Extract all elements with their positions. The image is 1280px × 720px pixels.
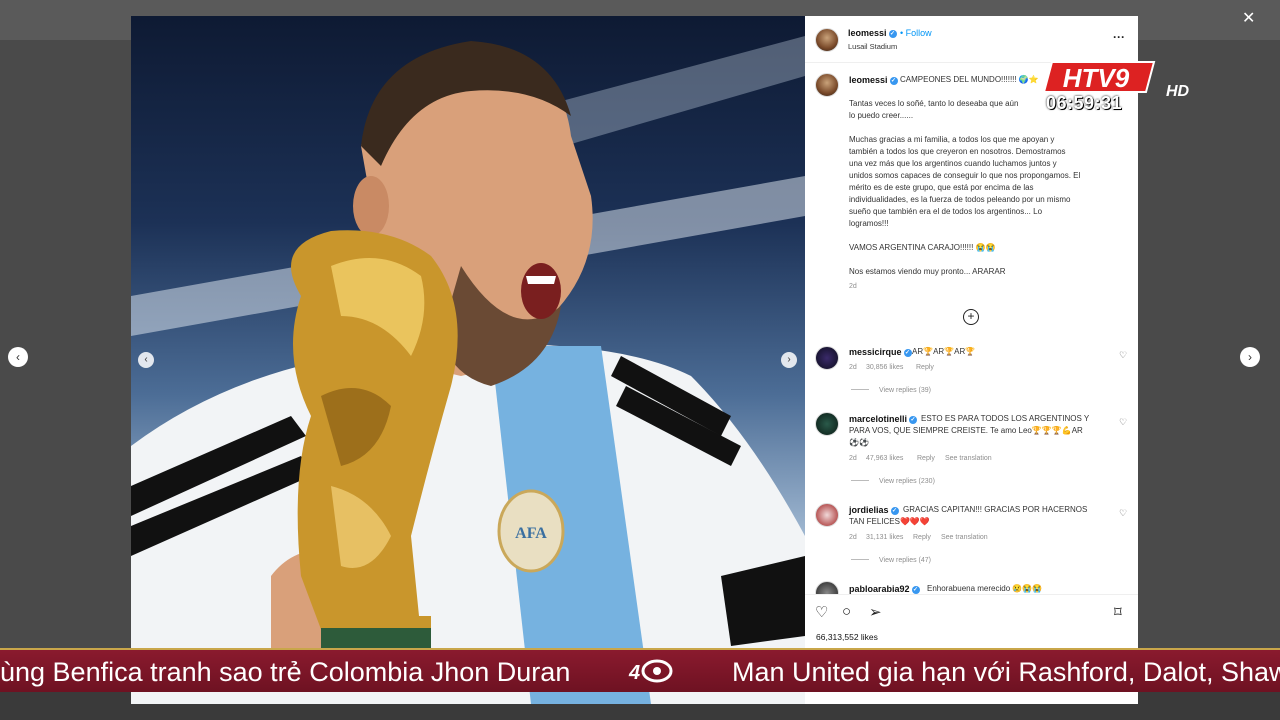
messi-trophy-illustration: AFA xyxy=(131,36,805,704)
caption-username[interactable]: leomessi ✓ xyxy=(849,75,898,85)
comment-username[interactable]: messicirque ✓ xyxy=(849,347,912,357)
location-label[interactable]: Lusail Stadium xyxy=(848,42,897,51)
comment-text: ESTO ES PARA TODOS LOS ARGENTINOS Y xyxy=(921,414,1090,423)
comment-likes[interactable]: 30,856 likes xyxy=(866,364,903,371)
caption-line: una vez más que los argentinos cuando lu… xyxy=(849,159,1057,168)
comment-time: 2d xyxy=(849,364,857,371)
more-options-icon[interactable]: ··· xyxy=(1113,30,1125,44)
svg-text:4: 4 xyxy=(628,662,640,684)
verified-icon: ✓ xyxy=(889,77,898,85)
verified-icon: ✓ xyxy=(903,349,912,357)
ticker-separator-logo: 4 xyxy=(625,658,681,684)
post-likes-count[interactable]: 66,313,552 likes xyxy=(816,632,878,642)
comment-time: 2d xyxy=(849,455,857,462)
comment-text: TAN FELICES❤️❤️❤️ xyxy=(849,517,930,526)
view-replies-button[interactable]: View replies (230) xyxy=(851,478,935,485)
close-icon[interactable]: ✕ xyxy=(1242,8,1255,28)
next-post-icon[interactable]: › xyxy=(1240,347,1260,367)
comment-likes[interactable]: 31,131 likes xyxy=(866,534,903,541)
commenter-avatar[interactable] xyxy=(815,346,839,370)
see-translation-button[interactable]: See translation xyxy=(945,455,992,462)
news-ticker: ùng Benfica tranh sao trẻ Colombia Jhon … xyxy=(0,648,1280,692)
reply-button[interactable]: Reply xyxy=(913,534,931,541)
like-comment-icon[interactable]: ♡ xyxy=(1119,350,1127,361)
save-bookmark-icon[interactable]: ⌑ xyxy=(1114,603,1122,621)
caption-line: lo puedo creer...... xyxy=(849,111,914,120)
previous-post-icon[interactable]: ‹ xyxy=(8,347,28,367)
post-image: AFA xyxy=(131,16,805,704)
caption-line: sueño que también era el de todos los ar… xyxy=(849,207,1043,216)
caption-time: 2d xyxy=(849,283,857,290)
svg-text:AFA: AFA xyxy=(515,525,547,542)
follow-button[interactable]: • Follow xyxy=(900,28,932,38)
comment-text: GRACIAS CAPITAN!!! GRACIAS POR HACERNOS xyxy=(903,505,1088,514)
view-replies-button[interactable]: View replies (39) xyxy=(851,387,931,394)
caption-line: también a todos los que creyeron en noso… xyxy=(849,147,1066,156)
author-avatar[interactable] xyxy=(815,28,839,52)
caption-title: CAMPEONES DEL MUNDO!!!!!!! 🌍⭐ xyxy=(900,75,1039,84)
post-header: leomessi ✓ • Follow Lusail Stadium ··· xyxy=(805,16,1138,63)
verified-icon: ✓ xyxy=(888,30,897,38)
channel-hd-label: HD xyxy=(1166,83,1190,98)
channel-name: HTV9 xyxy=(1063,63,1130,93)
broadcast-clock: 06:59:31 xyxy=(1046,93,1123,113)
comment-username[interactable]: jordielias ✓ xyxy=(849,505,899,515)
comment-username[interactable]: marcelotinelli ✓ xyxy=(849,414,918,424)
caption-line: Tantas veces lo soñé, tanto lo deseaba q… xyxy=(849,99,1019,108)
verified-icon: ✓ xyxy=(890,507,899,515)
comment-username[interactable]: pabloarabia92 ✓ xyxy=(849,584,920,594)
like-icon[interactable]: ♡ xyxy=(815,603,828,621)
reply-button[interactable]: Reply xyxy=(917,455,935,462)
caption-avatar[interactable] xyxy=(815,73,839,97)
ticker-item: Man United gia hạn với Rashford, Dalot, … xyxy=(732,657,1280,687)
view-replies-button[interactable]: View replies (47) xyxy=(851,557,931,564)
comment-likes[interactable]: 47,963 likes xyxy=(866,455,903,462)
previous-image-icon[interactable]: ‹ xyxy=(138,352,154,368)
ticker-item: ùng Benfica tranh sao trẻ Colombia Jhon … xyxy=(0,657,571,687)
comment-text: AR🏆AR🏆AR🏆 xyxy=(912,347,976,356)
like-comment-icon[interactable]: ♡ xyxy=(1119,417,1127,428)
verified-icon: ✓ xyxy=(911,586,920,594)
commenter-avatar[interactable] xyxy=(815,503,839,527)
caption-line: Nos estamos viendo muy pronto... ARARAR xyxy=(849,267,1006,276)
comment-text: ⚽⚽ xyxy=(849,438,869,447)
share-icon[interactable]: ➢ xyxy=(869,603,882,621)
load-more-comments-icon[interactable]: + xyxy=(963,309,979,325)
comment-time: 2d xyxy=(849,534,857,541)
author-username[interactable]: leomessi ✓ xyxy=(848,28,897,38)
caption-line: Muchas gracias a mi familia, a todos los… xyxy=(849,135,1055,144)
caption-line: VAMOS ARGENTINA CARAJO!!!!!! 😭😭 xyxy=(849,243,996,252)
see-translation-button[interactable]: See translation xyxy=(941,534,988,541)
next-image-icon[interactable]: › xyxy=(781,352,797,368)
like-comment-icon[interactable]: ♡ xyxy=(1119,508,1127,519)
comment-text: PARA VOS, QUE SIEMPRE CREISTE. Te amo Le… xyxy=(849,426,1083,435)
caption-line: individualidades, es la fuerza de todos … xyxy=(849,195,1071,204)
caption-line: unidos somos capaces de conseguir lo que… xyxy=(849,171,1081,180)
caption-line: mérito es de este grupo, que está por en… xyxy=(849,183,1034,192)
reply-button[interactable]: Reply xyxy=(916,364,934,371)
comment-icon[interactable]: ○ xyxy=(842,603,851,620)
caption-line: logramos!!! xyxy=(849,219,889,228)
post-side-panel: leomessi ✓ • Follow Lusail Stadium ··· le… xyxy=(805,16,1138,704)
commenter-avatar[interactable] xyxy=(815,412,839,436)
verified-icon: ✓ xyxy=(909,416,918,424)
